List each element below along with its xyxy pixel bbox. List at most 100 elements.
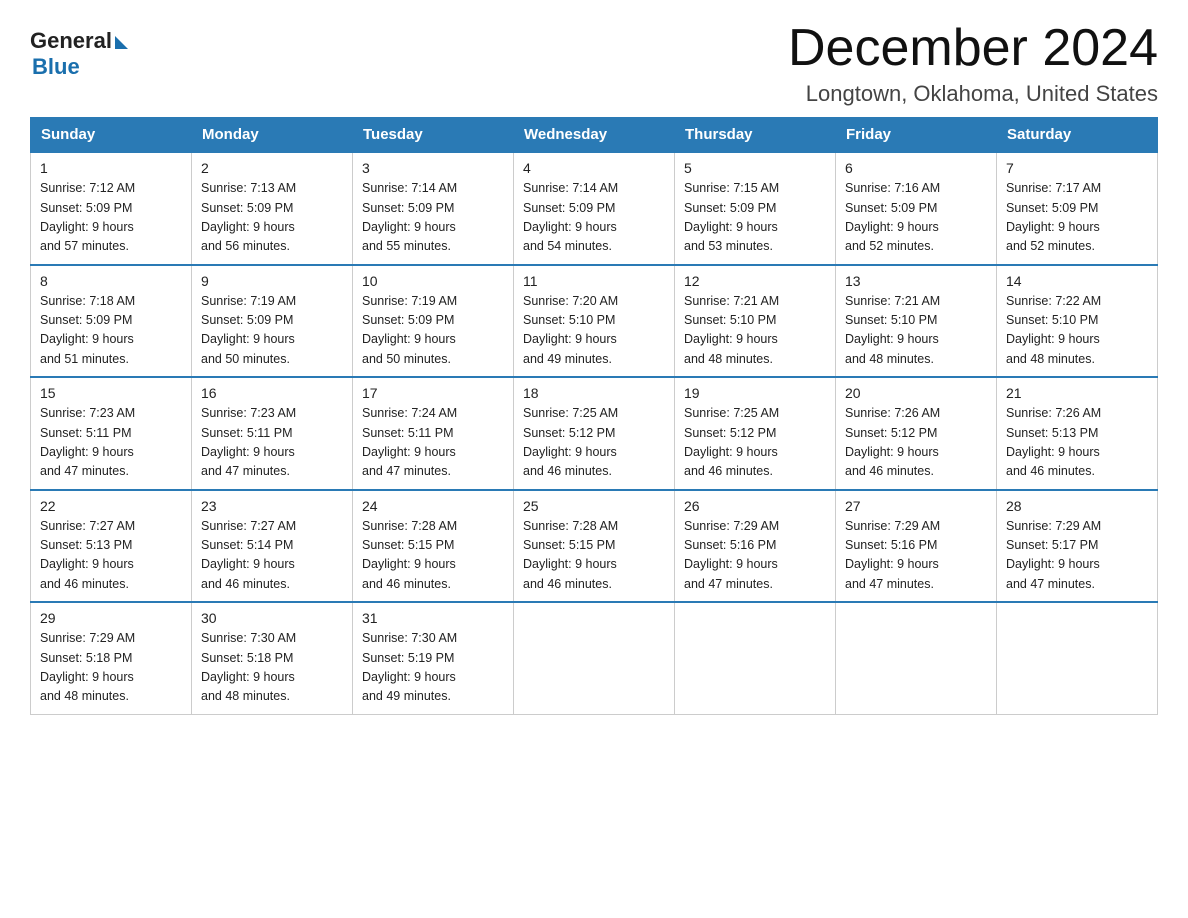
day-info: Sunrise: 7:29 AMSunset: 5:16 PMDaylight:… <box>845 517 987 595</box>
calendar-week-5: 29 Sunrise: 7:29 AMSunset: 5:18 PMDayligh… <box>31 602 1158 714</box>
logo-triangle-icon <box>115 36 128 49</box>
calendar-week-1: 1 Sunrise: 7:12 AMSunset: 5:09 PMDaylight… <box>31 152 1158 265</box>
day-number: 14 <box>1006 273 1148 289</box>
calendar-cell <box>675 602 836 714</box>
page-header: General Blue December 2024 Longtown, Okl… <box>30 20 1158 107</box>
day-info: Sunrise: 7:28 AMSunset: 5:15 PMDaylight:… <box>523 517 665 595</box>
calendar-cell: 14Sunrise: 7:22 AMSunset: 5:10 PMDayligh… <box>997 265 1158 378</box>
calendar-cell: 8 Sunrise: 7:18 AMSunset: 5:09 PMDaylight… <box>31 265 192 378</box>
day-number: 3 <box>362 160 504 176</box>
calendar-cell: 9 Sunrise: 7:19 AMSunset: 5:09 PMDaylight… <box>192 265 353 378</box>
column-header-tuesday: Tuesday <box>353 118 514 153</box>
day-info: Sunrise: 7:16 AMSunset: 5:09 PMDaylight:… <box>845 179 987 257</box>
calendar-cell: 4 Sunrise: 7:14 AMSunset: 5:09 PMDaylight… <box>514 152 675 265</box>
calendar-cell: 25 Sunrise: 7:28 AMSunset: 5:15 PMDayligh… <box>514 490 675 603</box>
day-info: Sunrise: 7:17 AMSunset: 5:09 PMDaylight:… <box>1006 179 1148 257</box>
day-number: 6 <box>845 160 987 176</box>
day-info: Sunrise: 7:25 AMSunset: 5:12 PMDaylight:… <box>684 404 826 482</box>
day-number: 8 <box>40 273 182 289</box>
logo: General Blue <box>30 28 128 80</box>
calendar-cell: 10 Sunrise: 7:19 AMSunset: 5:09 PMDayligh… <box>353 265 514 378</box>
day-number: 27 <box>845 498 987 514</box>
calendar-cell: 30 Sunrise: 7:30 AMSunset: 5:18 PMDayligh… <box>192 602 353 714</box>
day-info: Sunrise: 7:20 AMSunset: 5:10 PMDaylight:… <box>523 292 665 370</box>
day-number: 22 <box>40 498 182 514</box>
calendar-cell: 17Sunrise: 7:24 AMSunset: 5:11 PMDayligh… <box>353 377 514 490</box>
day-info: Sunrise: 7:30 AMSunset: 5:18 PMDaylight:… <box>201 629 343 707</box>
calendar-table: SundayMondayTuesdayWednesdayThursdayFrid… <box>30 117 1158 715</box>
logo-blue-text: Blue <box>32 54 80 80</box>
calendar-cell: 24 Sunrise: 7:28 AMSunset: 5:15 PMDayligh… <box>353 490 514 603</box>
day-info: Sunrise: 7:26 AMSunset: 5:13 PMDaylight:… <box>1006 404 1148 482</box>
day-info: Sunrise: 7:29 AMSunset: 5:16 PMDaylight:… <box>684 517 826 595</box>
day-info: Sunrise: 7:28 AMSunset: 5:15 PMDaylight:… <box>362 517 504 595</box>
day-number: 2 <box>201 160 343 176</box>
day-info: Sunrise: 7:18 AMSunset: 5:09 PMDaylight:… <box>40 292 182 370</box>
column-header-saturday: Saturday <box>997 118 1158 153</box>
day-number: 24 <box>362 498 504 514</box>
calendar-cell <box>836 602 997 714</box>
day-number: 9 <box>201 273 343 289</box>
day-number: 1 <box>40 160 182 176</box>
column-header-friday: Friday <box>836 118 997 153</box>
day-info: Sunrise: 7:19 AMSunset: 5:09 PMDaylight:… <box>201 292 343 370</box>
calendar-cell: 23 Sunrise: 7:27 AMSunset: 5:14 PMDayligh… <box>192 490 353 603</box>
calendar-cell: 12 Sunrise: 7:21 AMSunset: 5:10 PMDayligh… <box>675 265 836 378</box>
day-info: Sunrise: 7:30 AMSunset: 5:19 PMDaylight:… <box>362 629 504 707</box>
day-info: Sunrise: 7:29 AMSunset: 5:18 PMDaylight:… <box>40 629 182 707</box>
calendar-cell: 3 Sunrise: 7:14 AMSunset: 5:09 PMDaylight… <box>353 152 514 265</box>
calendar-cell: 31Sunrise: 7:30 AMSunset: 5:19 PMDayligh… <box>353 602 514 714</box>
day-info: Sunrise: 7:12 AMSunset: 5:09 PMDaylight:… <box>40 179 182 257</box>
calendar-header: SundayMondayTuesdayWednesdayThursdayFrid… <box>31 118 1158 153</box>
day-info: Sunrise: 7:25 AMSunset: 5:12 PMDaylight:… <box>523 404 665 482</box>
calendar-cell: 7 Sunrise: 7:17 AMSunset: 5:09 PMDaylight… <box>997 152 1158 265</box>
day-number: 16 <box>201 385 343 401</box>
calendar-cell: 6 Sunrise: 7:16 AMSunset: 5:09 PMDaylight… <box>836 152 997 265</box>
day-info: Sunrise: 7:14 AMSunset: 5:09 PMDaylight:… <box>362 179 504 257</box>
title-block: December 2024 Longtown, Oklahoma, United… <box>788 20 1158 107</box>
day-number: 18 <box>523 385 665 401</box>
calendar-subtitle: Longtown, Oklahoma, United States <box>788 81 1158 107</box>
day-number: 7 <box>1006 160 1148 176</box>
calendar-cell: 18 Sunrise: 7:25 AMSunset: 5:12 PMDayligh… <box>514 377 675 490</box>
day-info: Sunrise: 7:15 AMSunset: 5:09 PMDaylight:… <box>684 179 826 257</box>
day-number: 4 <box>523 160 665 176</box>
day-info: Sunrise: 7:26 AMSunset: 5:12 PMDaylight:… <box>845 404 987 482</box>
day-number: 12 <box>684 273 826 289</box>
logo-icon: General Blue <box>30 28 128 80</box>
calendar-cell: 2 Sunrise: 7:13 AMSunset: 5:09 PMDaylight… <box>192 152 353 265</box>
calendar-week-2: 8 Sunrise: 7:18 AMSunset: 5:09 PMDaylight… <box>31 265 1158 378</box>
day-info: Sunrise: 7:14 AMSunset: 5:09 PMDaylight:… <box>523 179 665 257</box>
day-info: Sunrise: 7:21 AMSunset: 5:10 PMDaylight:… <box>845 292 987 370</box>
day-number: 11 <box>523 273 665 289</box>
day-number: 29 <box>40 610 182 626</box>
calendar-title: December 2024 <box>788 20 1158 77</box>
day-number: 5 <box>684 160 826 176</box>
day-number: 30 <box>201 610 343 626</box>
day-number: 20 <box>845 385 987 401</box>
calendar-cell: 28Sunrise: 7:29 AMSunset: 5:17 PMDayligh… <box>997 490 1158 603</box>
day-number: 25 <box>523 498 665 514</box>
day-number: 23 <box>201 498 343 514</box>
day-info: Sunrise: 7:13 AMSunset: 5:09 PMDaylight:… <box>201 179 343 257</box>
calendar-cell: 27 Sunrise: 7:29 AMSunset: 5:16 PMDayligh… <box>836 490 997 603</box>
calendar-cell: 26Sunrise: 7:29 AMSunset: 5:16 PMDayligh… <box>675 490 836 603</box>
day-info: Sunrise: 7:21 AMSunset: 5:10 PMDaylight:… <box>684 292 826 370</box>
column-header-sunday: Sunday <box>31 118 192 153</box>
calendar-cell: 1 Sunrise: 7:12 AMSunset: 5:09 PMDaylight… <box>31 152 192 265</box>
day-number: 10 <box>362 273 504 289</box>
day-info: Sunrise: 7:27 AMSunset: 5:14 PMDaylight:… <box>201 517 343 595</box>
calendar-cell: 20 Sunrise: 7:26 AMSunset: 5:12 PMDayligh… <box>836 377 997 490</box>
calendar-cell: 16 Sunrise: 7:23 AMSunset: 5:11 PMDayligh… <box>192 377 353 490</box>
calendar-cell: 13 Sunrise: 7:21 AMSunset: 5:10 PMDayligh… <box>836 265 997 378</box>
day-number: 13 <box>845 273 987 289</box>
calendar-week-3: 15Sunrise: 7:23 AMSunset: 5:11 PMDayligh… <box>31 377 1158 490</box>
calendar-cell <box>997 602 1158 714</box>
calendar-cell: 11 Sunrise: 7:20 AMSunset: 5:10 PMDayligh… <box>514 265 675 378</box>
day-info: Sunrise: 7:29 AMSunset: 5:17 PMDaylight:… <box>1006 517 1148 595</box>
calendar-week-4: 22Sunrise: 7:27 AMSunset: 5:13 PMDayligh… <box>31 490 1158 603</box>
calendar-cell: 19 Sunrise: 7:25 AMSunset: 5:12 PMDayligh… <box>675 377 836 490</box>
day-info: Sunrise: 7:23 AMSunset: 5:11 PMDaylight:… <box>201 404 343 482</box>
day-number: 19 <box>684 385 826 401</box>
day-info: Sunrise: 7:19 AMSunset: 5:09 PMDaylight:… <box>362 292 504 370</box>
